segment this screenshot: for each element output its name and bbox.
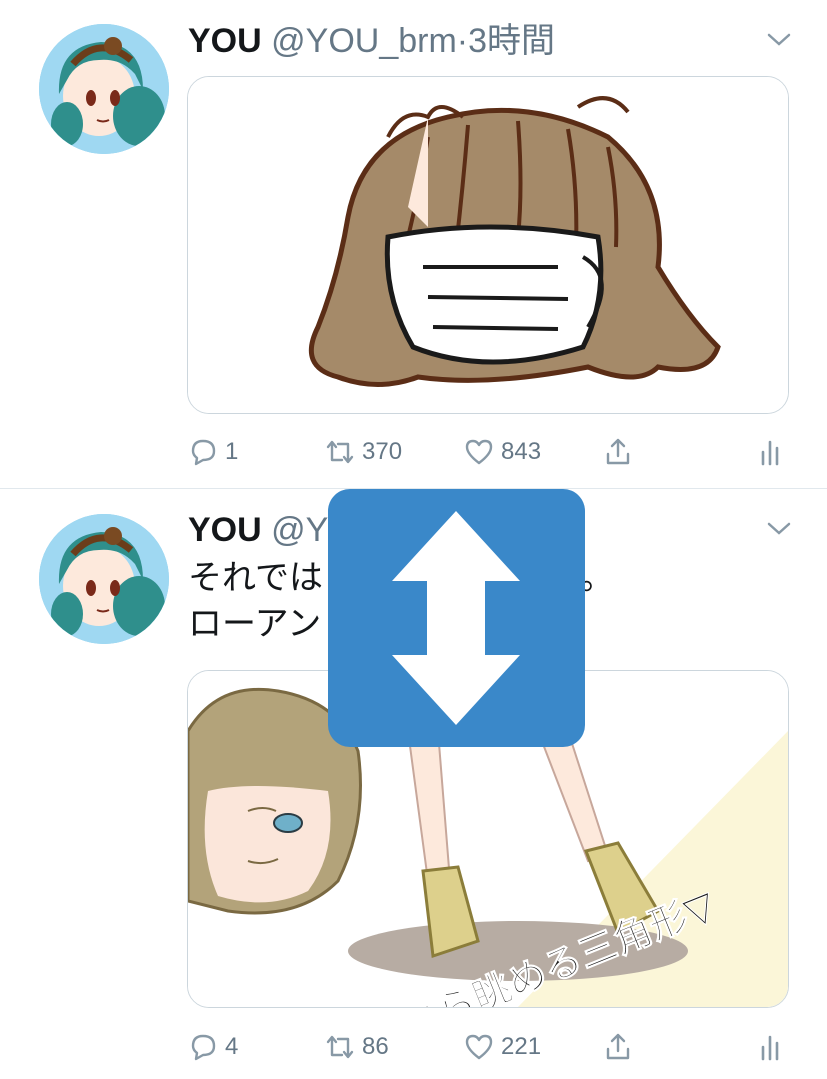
avatar[interactable] [39, 514, 169, 644]
retweet-icon [326, 1035, 354, 1059]
like-count: 843 [501, 438, 542, 465]
stats-button[interactable] [754, 1027, 792, 1067]
up-down-arrow-icon [392, 511, 520, 725]
share-button[interactable] [602, 1027, 640, 1067]
display-name[interactable]: YOU [188, 511, 262, 549]
avatar-image [39, 24, 169, 154]
heart-icon [465, 439, 493, 465]
stats-bars-icon [761, 1035, 779, 1061]
reply-count: 4 [225, 1033, 239, 1060]
reply-bubble-icon [191, 439, 216, 466]
tweet[interactable]: YOU @YOU_brm·3時間 1 370 843 [0, 0, 827, 488]
reply-bubble-icon [191, 1034, 216, 1061]
scroll-handle[interactable] [328, 489, 585, 747]
retweet-button[interactable]: 370 [324, 432, 402, 472]
stats-button[interactable] [754, 432, 792, 472]
like-button[interactable]: 221 [463, 1027, 541, 1067]
tweet-media-image[interactable] [187, 76, 789, 414]
like-button[interactable]: 843 [463, 432, 541, 472]
stats-bars-icon [761, 440, 779, 466]
like-count: 221 [501, 1033, 542, 1060]
user-handle[interactable]: @Y [271, 511, 328, 549]
chevron-down-icon[interactable] [766, 521, 792, 537]
reply-count: 1 [225, 438, 239, 465]
share-icon [606, 1033, 630, 1060]
heart-icon [465, 1034, 493, 1060]
tweet-text: それでは ローアン [188, 555, 323, 647]
tweet-actions: 4 86 221 [0, 1027, 827, 1067]
reply-button[interactable]: 4 [187, 1027, 238, 1067]
tweet-text-line: それでは [188, 559, 323, 597]
tweet-actions: 1 370 843 [0, 432, 827, 472]
avatar-image [39, 514, 169, 644]
retweet-button[interactable]: 86 [324, 1027, 389, 1067]
display-name[interactable]: YOU [188, 22, 262, 60]
retweet-count: 370 [362, 438, 403, 465]
tweet-text-line: ローアン [188, 605, 322, 643]
avatar[interactable] [39, 24, 169, 154]
retweet-count: 86 [362, 1033, 389, 1060]
share-button[interactable] [602, 432, 640, 472]
chevron-down-icon[interactable] [766, 32, 792, 48]
user-handle[interactable]: @YOU_brm [271, 22, 457, 60]
timestamp[interactable]: 3時間 [468, 22, 555, 60]
tweet-header: YOU @YOU_brm·3時間 [188, 18, 555, 64]
tweet-text-trailing: 。 [580, 559, 614, 597]
tweet-header: YOU @Y [188, 507, 328, 553]
reply-button[interactable]: 1 [187, 432, 238, 472]
retweet-icon [326, 440, 354, 464]
share-icon [606, 438, 630, 465]
masked-girl-illustration [188, 77, 788, 413]
separator-dot: · [456, 22, 469, 60]
